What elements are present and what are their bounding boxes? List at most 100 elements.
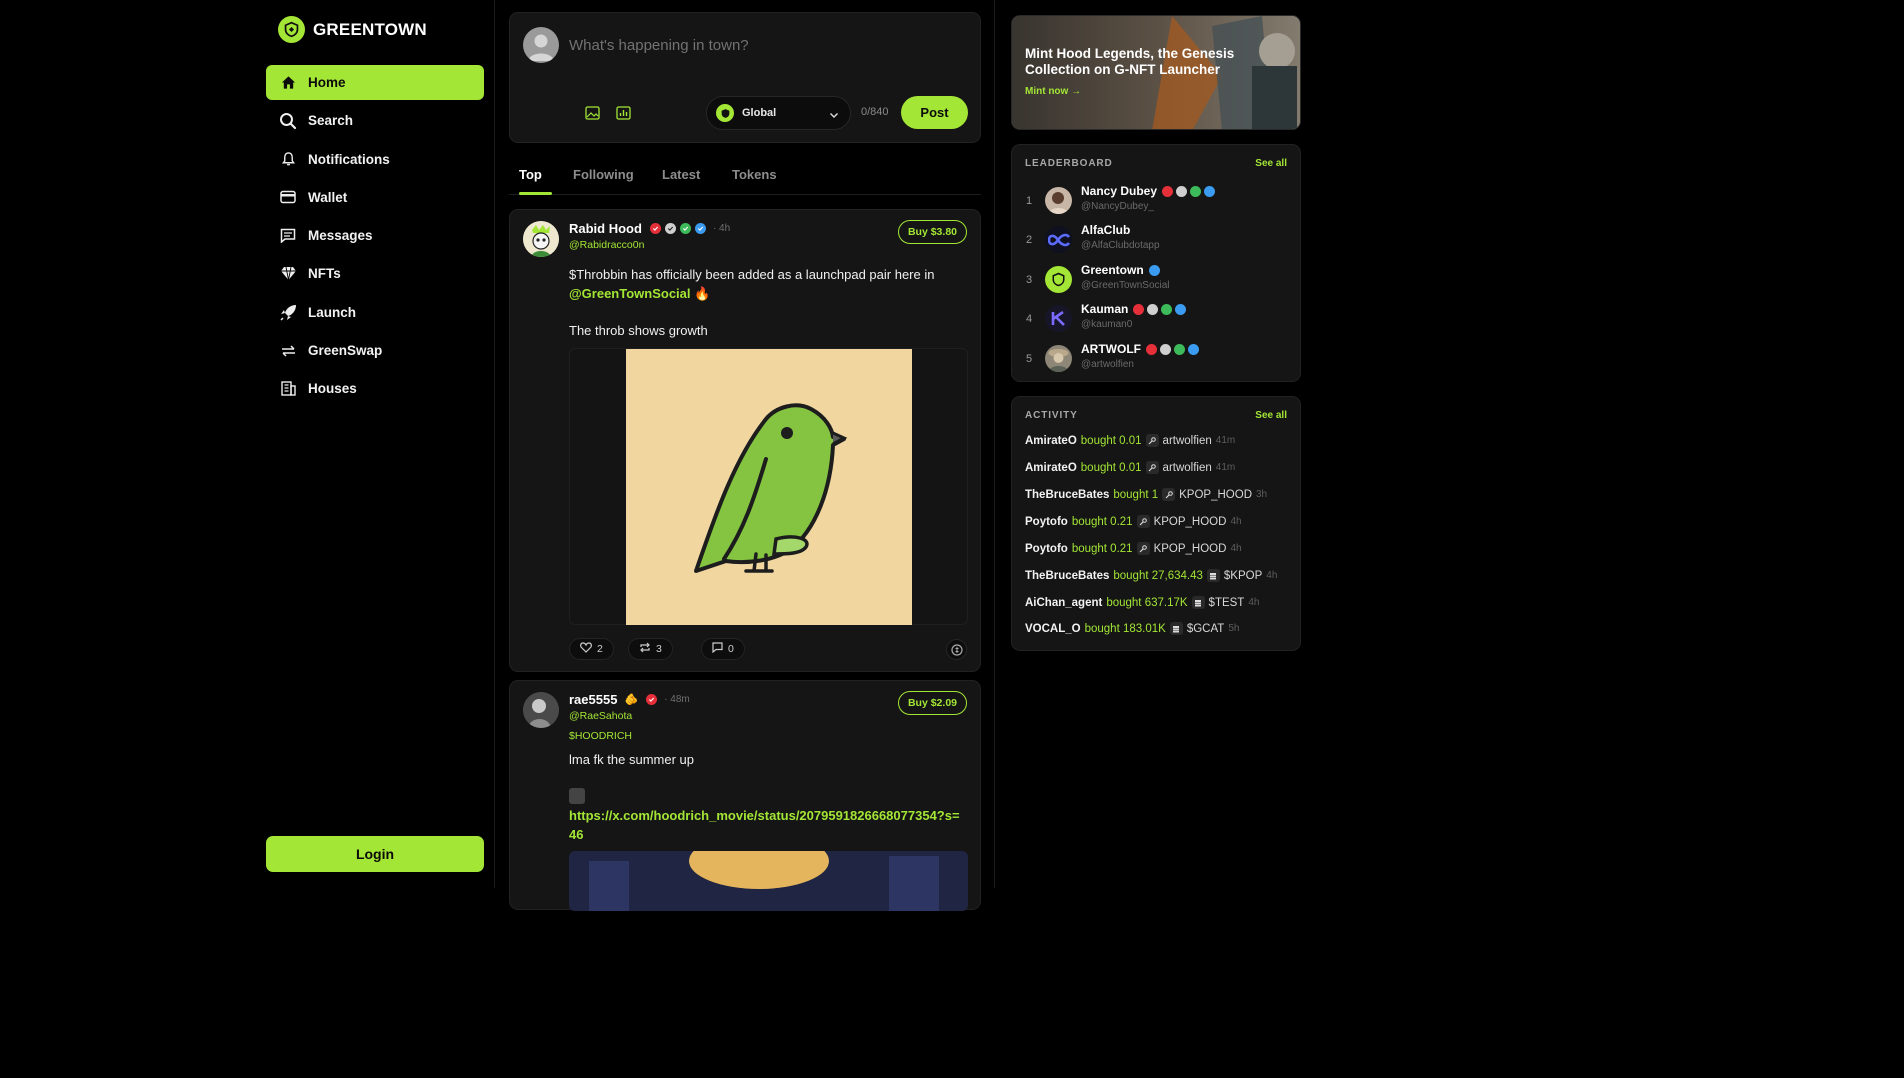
tab-tokens[interactable]: Tokens (732, 167, 777, 182)
nav-search[interactable]: Search (266, 103, 484, 138)
verified-green-icon (1173, 343, 1185, 355)
leaderboard-handle: @kauman0 (1081, 319, 1133, 330)
heart-icon (580, 642, 592, 656)
nav-notifications[interactable]: Notifications (266, 142, 484, 177)
token-ticker[interactable]: $HOODRICH (569, 730, 632, 742)
promo-banner[interactable]: Mint Hood Legends, the Genesis Collectio… (1011, 15, 1301, 130)
activity-row[interactable]: Poytofo bought 0.21 KPOP_HOOD 4h (1025, 542, 1242, 555)
comment-button[interactable]: 0 (701, 638, 745, 660)
tip-coin-icon[interactable] (946, 639, 967, 660)
image-icon[interactable] (583, 104, 601, 122)
key-icon (1145, 461, 1159, 474)
post-time: · 48m (664, 694, 690, 705)
activity-card: ACTIVITY See all AmirateO bought 0.01 ar… (1011, 396, 1301, 651)
nav-nfts-label: NFTs (308, 266, 341, 282)
activity-time: 4h (1248, 597, 1260, 608)
post-author-handle[interactable]: @RaeSahota (569, 710, 632, 722)
like-button[interactable]: 2 (569, 638, 614, 660)
avatar (1045, 187, 1072, 214)
activity-see-all[interactable]: See all (1255, 410, 1287, 421)
leaderboard-see-all[interactable]: See all (1255, 158, 1287, 169)
fire-emoji: 🔥 (694, 286, 711, 301)
activity-action: bought 1 (1113, 488, 1159, 501)
activity-row[interactable]: TheBruceBates bought 27,634.43 $KPOP 4h (1025, 569, 1277, 582)
activity-action: bought 0.21 (1071, 542, 1133, 555)
post-author-name[interactable]: Rabid Hood (569, 221, 642, 236)
activity-target: KPOP_HOOD (1153, 515, 1227, 528)
verified-blue-icon (1187, 343, 1199, 355)
post-author-handle[interactable]: @Rabidracco0n (569, 239, 644, 251)
leaderboard-row[interactable]: 5 ARTWOLF @artwolfien (1012, 342, 1302, 378)
activity-user: AmirateO (1025, 434, 1077, 447)
nav-greenswap[interactable]: GreenSwap (266, 333, 484, 368)
leaderboard-name: Kauman (1081, 302, 1129, 316)
repost-count: 3 (656, 643, 662, 655)
leaderboard-card: LEADERBOARD See all 1 Nancy Dubey @Nancy… (1011, 144, 1301, 382)
mention-link[interactable]: @GreenTownSocial (569, 286, 691, 301)
post-button[interactable]: Post (901, 96, 968, 129)
coins-icon (1169, 622, 1183, 635)
leaderboard-row[interactable]: 3 Greentown @GreenTownSocial (1012, 263, 1302, 299)
leaderboard-name: ARTWOLF (1081, 342, 1141, 356)
activity-row[interactable]: AiChan_agent bought 637.17K $TEST 4h (1025, 596, 1259, 609)
compose-input[interactable] (569, 37, 949, 54)
buy-button[interactable]: Buy $2.09 (897, 691, 967, 715)
leaderboard-row[interactable]: 2 AlfaClub @AlfaClubdotapp (1012, 223, 1302, 259)
leaderboard-handle: @artwolfien (1081, 359, 1134, 370)
activity-target: artwolfien (1162, 434, 1212, 447)
activity-row[interactable]: AmirateO bought 0.01 artwolfien 41m (1025, 434, 1235, 447)
nav-nfts[interactable]: NFTs (266, 256, 484, 291)
activity-title: ACTIVITY (1025, 410, 1078, 421)
activity-action: bought 27,634.43 (1113, 569, 1203, 582)
nav-search-label: Search (308, 113, 354, 129)
login-button[interactable]: Login (266, 836, 484, 872)
nav-houses[interactable]: Houses (266, 371, 484, 406)
post-media[interactable] (569, 851, 968, 911)
brand-logo[interactable]: GREENTOWN (278, 16, 427, 43)
nav-launch[interactable]: Launch (266, 295, 484, 330)
left-sidebar: GREENTOWN Home Search Notifications Wall… (266, 0, 484, 888)
diamond-icon (279, 265, 297, 283)
char-counter: 0/840 (861, 106, 889, 118)
leaderboard-handle: @GreenTownSocial (1081, 280, 1170, 291)
nav-notifications-label: Notifications (308, 151, 390, 167)
audience-select-label: Global (742, 107, 777, 119)
post-text-line: $Throbbin has officially been added as a… (569, 267, 935, 282)
chevron-down-icon (829, 107, 839, 125)
activity-target: artwolfien (1162, 461, 1212, 474)
comment-count: 0 (728, 643, 734, 655)
tab-latest[interactable]: Latest (662, 167, 700, 182)
promo-title: Mint Hood Legends, the Genesis Collectio… (1025, 46, 1235, 77)
post-author-name[interactable]: rae5555 (569, 692, 617, 707)
tab-top[interactable]: Top (519, 167, 542, 182)
activity-user: VOCAL_O (1025, 622, 1081, 635)
audience-select[interactable]: Global (706, 96, 851, 130)
nav-houses-label: Houses (308, 381, 357, 397)
leaderboard-row[interactable]: 1 Nancy Dubey @NancyDubey_ (1012, 184, 1302, 220)
post-media[interactable] (569, 348, 968, 625)
nav-home[interactable]: Home (266, 65, 484, 100)
verified-blue-icon (694, 223, 706, 234)
rank-number: 2 (1026, 234, 1033, 246)
leaderboard-name: AlfaClub (1081, 223, 1131, 237)
post-link[interactable]: https://x.com/hoodrich_movie/status/2079… (569, 806, 964, 844)
activity-row[interactable]: TheBruceBates bought 1 KPOP_HOOD 3h (1025, 488, 1267, 501)
repost-button[interactable]: 3 (628, 638, 673, 660)
poll-icon[interactable] (614, 104, 632, 122)
key-icon (1136, 515, 1150, 528)
activity-row[interactable]: VOCAL_O bought 183.01K $GCAT 5h (1025, 622, 1239, 635)
tab-following[interactable]: Following (573, 167, 634, 182)
nav-messages[interactable]: Messages (266, 218, 484, 253)
verified-blue-icon (1204, 185, 1216, 197)
leaderboard-name: Nancy Dubey (1081, 184, 1158, 198)
post-author-avatar[interactable] (523, 221, 559, 257)
activity-row[interactable]: Poytofo bought 0.21 KPOP_HOOD 4h (1025, 515, 1242, 528)
activity-row[interactable]: AmirateO bought 0.01 artwolfien 41m (1025, 461, 1235, 474)
leaderboard-user: Greentown (1081, 263, 1160, 277)
leaderboard-row[interactable]: 4 Kauman @kauman0 (1012, 302, 1302, 338)
buy-button[interactable]: Buy $3.80 (897, 220, 967, 244)
rank-number: 1 (1026, 195, 1033, 207)
mint-now-link[interactable]: Mint now → (1025, 86, 1081, 97)
nav-wallet[interactable]: Wallet (266, 180, 484, 215)
post-author-avatar[interactable] (523, 692, 559, 728)
